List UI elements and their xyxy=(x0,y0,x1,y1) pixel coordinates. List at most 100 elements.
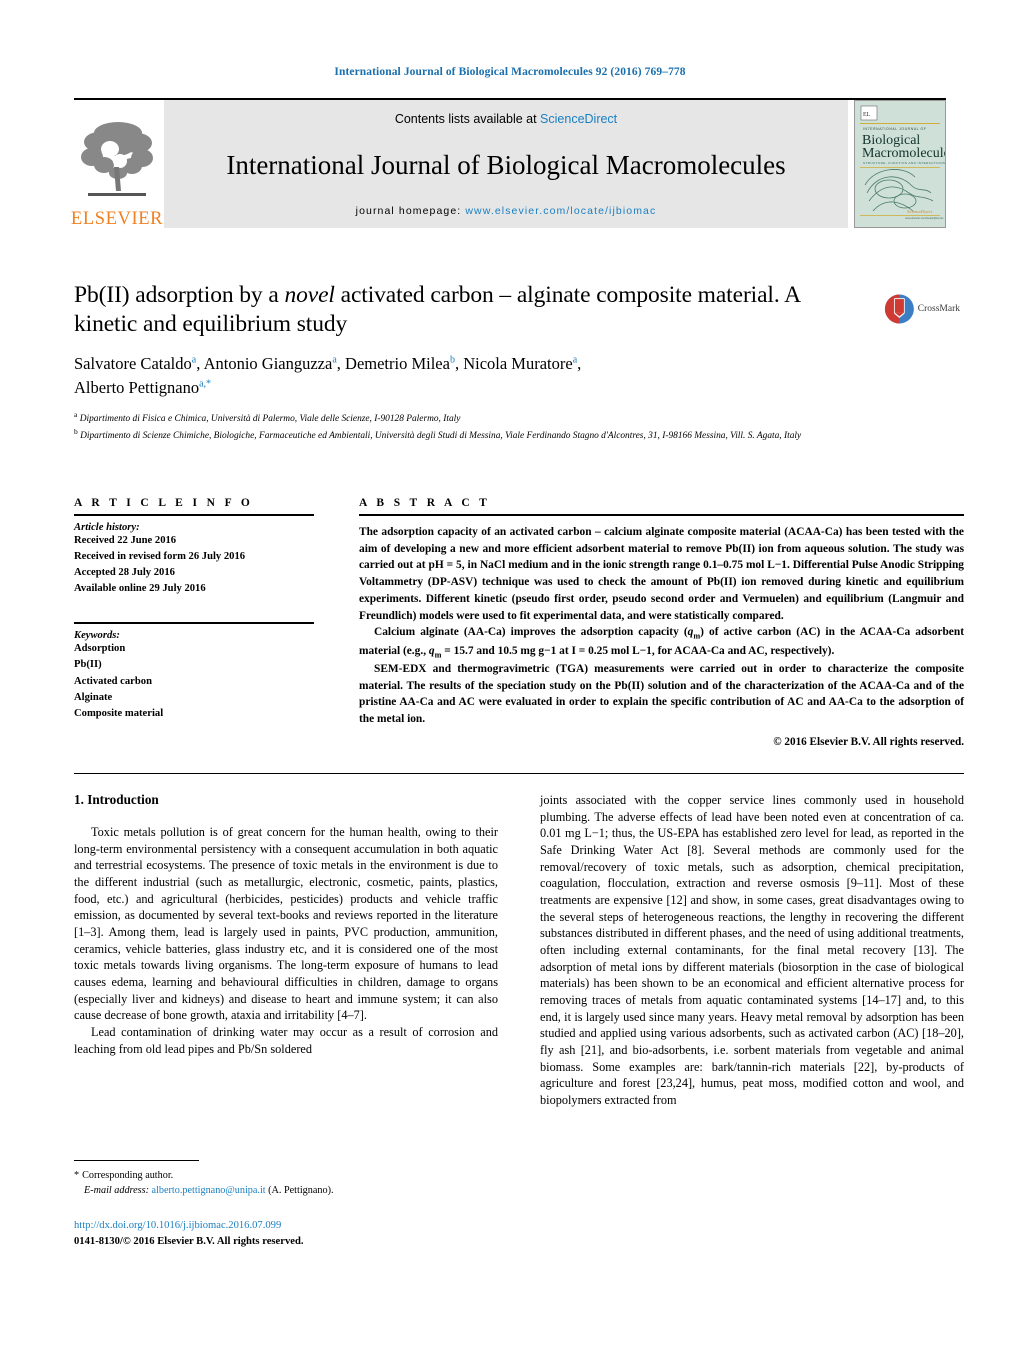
article-history-list: Received 22 June 2016 Received in revise… xyxy=(74,533,314,597)
author-name: Nicola Muratore xyxy=(463,354,573,374)
affiliation-marker: b xyxy=(74,427,78,437)
email-link[interactable]: alberto.pettignano@unipa.it xyxy=(152,1185,266,1196)
abstract-frag: = 15.7 and 10.5 mg g−1 at I = 0.25 mol L… xyxy=(441,644,835,657)
info-abstract-section: A R T I C L E I N F O A B S T R A C T Ar… xyxy=(74,497,964,750)
journal-title: International Journal of Biological Macr… xyxy=(226,150,786,180)
footnote-rule xyxy=(74,1160,199,1161)
footnote-block: * Corresponding author. E-mail address: a… xyxy=(74,1160,374,1199)
introduction-heading: 1. Introduction xyxy=(74,792,159,807)
body-paragraph: joints associated with the copper servic… xyxy=(540,793,964,1107)
author-item: Demetrio Mileab xyxy=(345,354,455,373)
elsevier-logo: ELSEVIER xyxy=(70,100,164,229)
abstract-paragraph: SEM-EDX and thermogravimetric (TGA) meas… xyxy=(359,662,964,725)
author-affil-marker: a xyxy=(572,354,578,366)
keywords-title: Keywords: xyxy=(74,630,120,642)
introduction-right-text: joints associated with the copper servic… xyxy=(540,792,964,1108)
affiliation-list: a Dipartimento di Fisica e Chimica, Univ… xyxy=(74,409,924,444)
abstract-text: The adsorption capacity of an activated … xyxy=(359,524,964,750)
keywords-list: Adsorption Pb(II) Activated carbon Algin… xyxy=(74,641,314,721)
introduction-left-text: Toxic metals pollution is of great conce… xyxy=(74,824,498,1057)
body-paragraph: Lead contamination of drinking water may… xyxy=(74,1024,498,1056)
svg-text:INTERNATIONAL JOURNAL OF: INTERNATIONAL JOURNAL OF xyxy=(863,127,926,131)
author-name: Demetrio Milea xyxy=(345,354,450,374)
svg-text:www.elsevier.com/locate/ijbiom: www.elsevier.com/locate/ijbiomac xyxy=(905,216,944,220)
author-affil-marker: a xyxy=(191,354,197,366)
doi-block: http://dx.doi.org/10.1016/j.ijbiomac.201… xyxy=(74,1218,574,1250)
author-item: Nicola Muratorea xyxy=(463,354,577,373)
crossmark-badge[interactable]: CrossMark xyxy=(884,287,960,331)
author-name: Alberto Pettignano xyxy=(74,377,200,397)
abstract-paragraph: The adsorption capacity of an activated … xyxy=(359,526,964,622)
affiliation-text: Dipartimento di Scienze Chimiche, Biolog… xyxy=(80,431,802,442)
author-name: Antonio Gianguzza xyxy=(203,354,333,374)
svg-text:STRUCTURE, FUNCTION AND INTERA: STRUCTURE, FUNCTION AND INTERACTIONS xyxy=(863,161,945,165)
author-affil-marker: b xyxy=(449,354,455,366)
body-column-right: joints associated with the copper servic… xyxy=(540,792,964,1108)
masthead-center: Contents lists available at ScienceDirec… xyxy=(164,100,848,228)
svg-text:Macromolecules: Macromolecules xyxy=(862,146,945,161)
body-columns: 1. Introduction Toxic metals pollution i… xyxy=(74,792,964,1108)
body-separator-rule xyxy=(74,773,964,774)
email-label: E-mail address: xyxy=(84,1185,149,1197)
affiliation-marker: a xyxy=(74,410,78,419)
author-name: Salvatore Cataldo xyxy=(74,354,192,374)
history-item: Available online 29 July 2016 xyxy=(74,583,206,595)
contents-prefix: Contents lists available at xyxy=(394,112,541,126)
journal-homepage-line: journal homepage: www.elsevier.com/locat… xyxy=(356,205,657,217)
sciencedirect-link[interactable]: ScienceDirect xyxy=(540,112,617,126)
corresponding-label: Corresponding author. xyxy=(82,1170,174,1181)
keywords-block: Keywords: Adsorption Pb(II) Activated ca… xyxy=(74,615,314,721)
affiliation-item: a Dipartimento di Fisica e Chimica, Univ… xyxy=(74,409,924,426)
abstract-rule xyxy=(359,514,964,516)
svg-text:ScienceDirect: ScienceDirect xyxy=(907,209,933,214)
journal-masthead: ELSEVIER Contents lists available at Sci… xyxy=(70,98,946,229)
article-info-heading: A R T I C L E I N F O xyxy=(74,497,254,509)
keyword-item: Adsorption xyxy=(74,643,126,655)
journal-cover-image: EL INTERNATIONAL JOURNAL OF Biological M… xyxy=(855,101,945,227)
author-affil-marker: a xyxy=(332,354,337,366)
page-title: Pb(II) adsorption by a novel activated c… xyxy=(74,281,864,338)
doi-link[interactable]: http://dx.doi.org/10.1016/j.ijbiomac.201… xyxy=(74,1218,574,1234)
homepage-url-link[interactable]: www.elsevier.com/locate/ijbiomac xyxy=(465,205,656,217)
body-column-left: 1. Introduction Toxic metals pollution i… xyxy=(74,792,498,1108)
keyword-item: Composite material xyxy=(74,707,164,719)
keyword-item: Alginate xyxy=(74,691,113,703)
crossmark-icon xyxy=(884,294,914,324)
keyword-item: Pb(II) xyxy=(74,659,102,671)
keyword-item: Activated carbon xyxy=(74,675,152,687)
affiliation-text: Dipartimento di Fisica e Chimica, Univer… xyxy=(79,414,461,425)
history-item: Received in revised form 26 July 2016 xyxy=(74,551,246,563)
email-owner: (A. Pettignano). xyxy=(268,1185,334,1197)
title-block: Pb(II) adsorption by a novel activated c… xyxy=(74,281,864,399)
title-italic-word: novel xyxy=(284,282,335,308)
info-abstract-headings: A R T I C L E I N F O A B S T R A C T xyxy=(74,497,964,509)
crossmark-label: CrossMark xyxy=(917,304,960,314)
history-item: Accepted 28 July 2016 xyxy=(74,567,175,579)
author-affil-marker: a,* xyxy=(199,378,212,390)
corresponding-author-note: * Corresponding author. E-mail address: a… xyxy=(74,1168,374,1199)
author-list: Salvatore Cataldoa, Antonio Gianguzzaa, … xyxy=(74,354,582,397)
affiliation-item: b Dipartimento di Scienze Chimiche, Biol… xyxy=(74,426,924,443)
running-head: International Journal of Biological Macr… xyxy=(334,66,686,78)
email-line: E-mail address: alberto.pettignano@unipa… xyxy=(84,1183,374,1198)
issn-copyright-line: 0141-8130/© 2016 Elsevier B.V. All right… xyxy=(74,1235,304,1247)
author-item: Alberto Pettignanoa,* xyxy=(74,378,211,397)
svg-text:EL: EL xyxy=(863,112,871,118)
history-item: Received 22 June 2016 xyxy=(74,535,177,546)
author-item: Antonio Gianguzzaa xyxy=(204,354,337,373)
elsevier-wordmark: ELSEVIER xyxy=(70,208,164,229)
author-item: Salvatore Cataldoa xyxy=(74,354,196,373)
article-info-column: Article history: Received 22 June 2016 R… xyxy=(74,514,314,750)
article-history-title: Article history: xyxy=(74,522,140,533)
corresponding-star: * xyxy=(74,1170,80,1181)
title-part-1: Pb(II) adsorption by a xyxy=(74,282,285,308)
copyright-line: © 2016 Elsevier B.V. All rights reserved… xyxy=(773,735,964,748)
body-paragraph: Toxic metals pollution is of great conce… xyxy=(74,825,498,1023)
contents-available-line: Contents lists available at ScienceDirec… xyxy=(395,112,617,126)
homepage-prefix: journal homepage: xyxy=(355,205,466,217)
info-abstract-body: Article history: Received 22 June 2016 R… xyxy=(74,514,964,750)
paper-page: International Journal of Biological Macr… xyxy=(0,0,1020,1351)
abstract-heading: A B S T R A C T xyxy=(359,497,491,509)
abstract-paragraph: Calcium alginate (AA-Ca) improves the ad… xyxy=(359,624,964,661)
corresponding-author-line: * Corresponding author. xyxy=(74,1168,374,1183)
